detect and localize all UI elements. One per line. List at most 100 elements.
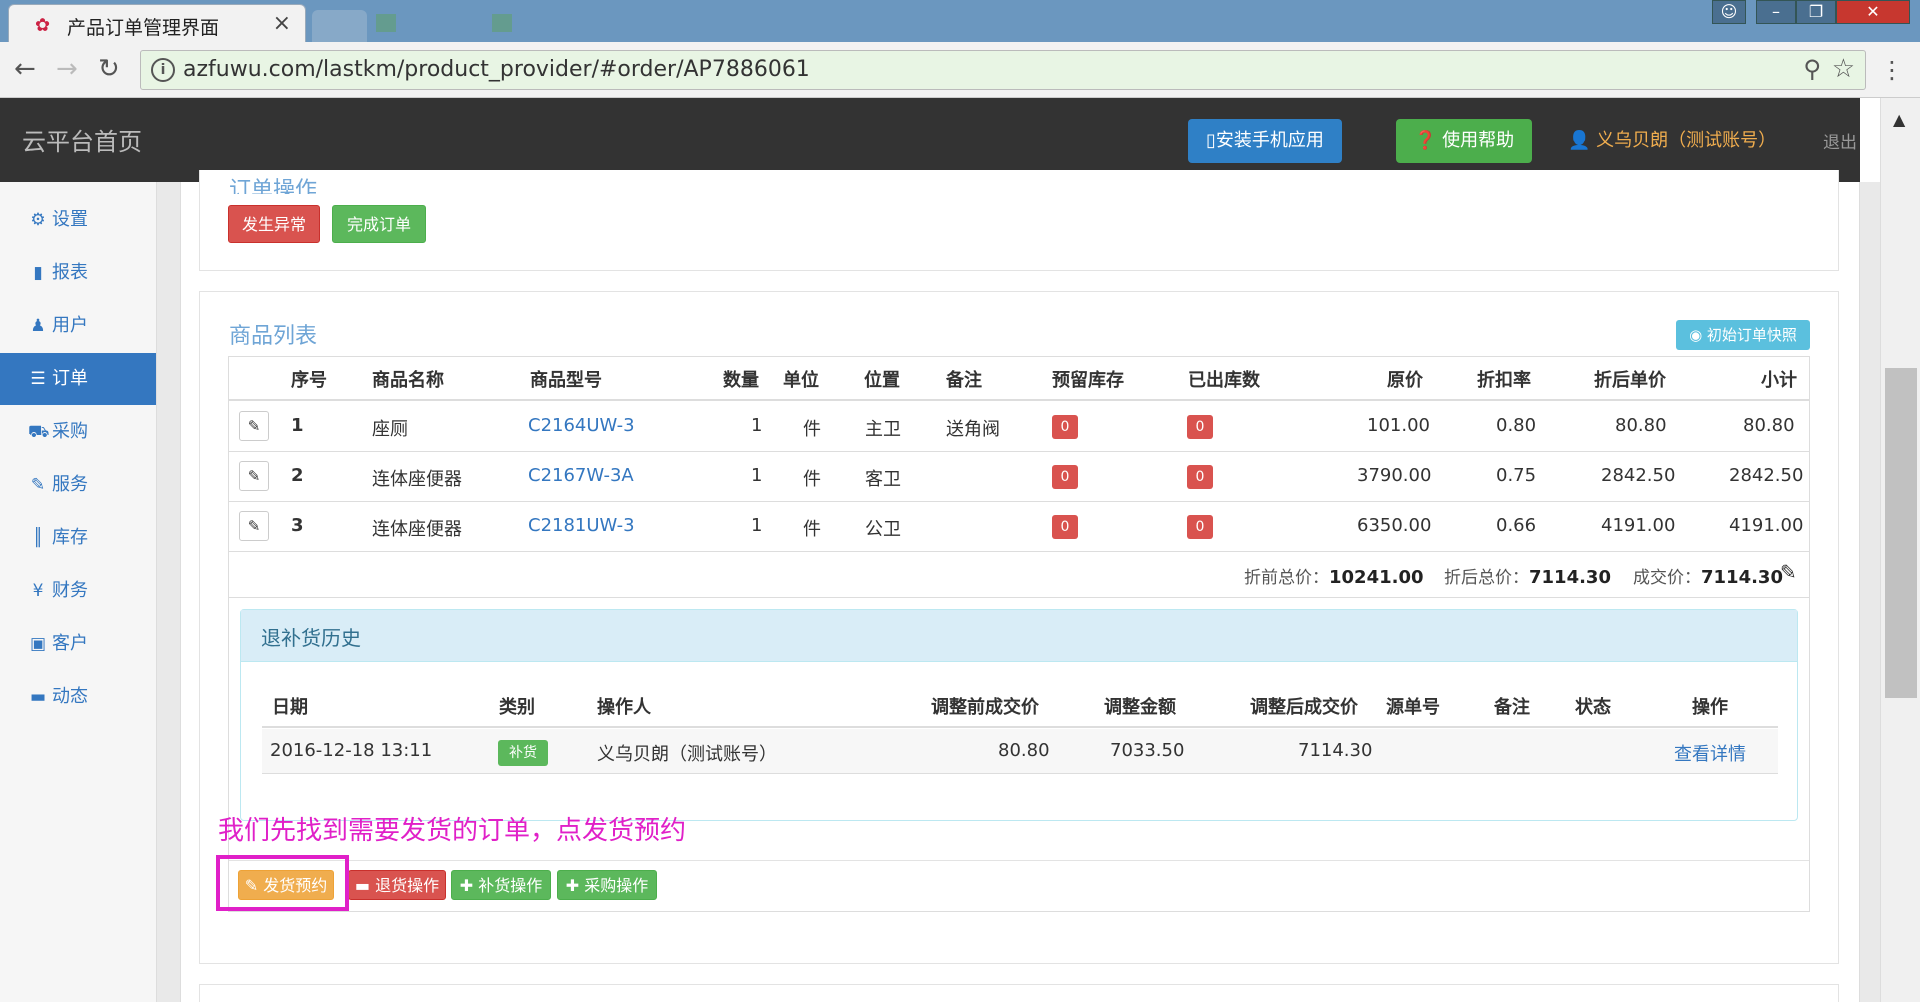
tutorial-annotation: 我们先找到需要发货的订单，点发货预约	[218, 816, 687, 846]
row-discount: 0.75	[1496, 465, 1537, 486]
install-app-label: 安装手机应用	[1215, 130, 1324, 151]
help-button[interactable]: ❓ 使用帮助	[1396, 119, 1533, 163]
reserved-stock-badge: 0	[1052, 415, 1078, 439]
logout-link[interactable]: 退出	[1823, 128, 1857, 153]
column-header: 位置	[864, 370, 900, 391]
page-scrollbar[interactable]: ▲	[1880, 98, 1920, 1002]
column-header: 商品型号	[530, 370, 602, 391]
new-tab-button[interactable]	[312, 10, 367, 42]
barcode-icon: ║	[32, 528, 44, 548]
row-subtotal: 80.80	[1743, 415, 1795, 436]
order-snapshot-button[interactable]: ◉ 初始订单快照	[1676, 320, 1810, 350]
plus-icon: ✚	[459, 876, 479, 895]
column-header: 原价	[1387, 370, 1423, 391]
history-column-header: 调整金额	[1104, 697, 1176, 718]
history-column-header: 调整后成交价	[1250, 697, 1358, 718]
ghost-tab	[376, 14, 396, 32]
deal-price-value: 7114.30	[1701, 567, 1783, 588]
minimize-button[interactable]: –	[1756, 0, 1796, 24]
brand-home-link[interactable]: 云平台首页	[22, 122, 142, 157]
favicon-icon: ✿	[35, 15, 51, 36]
row-unit: 件	[803, 419, 821, 440]
edit-row-button[interactable]: ✎	[239, 411, 269, 441]
forward-icon[interactable]: →	[56, 54, 78, 84]
scroll-thumb[interactable]	[1885, 368, 1917, 698]
scroll-up-arrow-icon[interactable]: ▲	[1893, 110, 1905, 129]
row-seq: 3	[291, 515, 304, 536]
row-unit-price: 80.80	[1615, 415, 1667, 436]
gear-icon: ⚙	[30, 210, 46, 230]
exception-button[interactable]: 发生异常	[228, 205, 320, 243]
row-model-link[interactable]: C2164UW-3	[528, 415, 635, 436]
tab-title: 产品订单管理界面	[67, 17, 220, 39]
cart-icon: ⛟	[28, 422, 50, 442]
edit-deal-price-icon[interactable]: ✎	[1780, 560, 1797, 584]
sidebar-item-service[interactable]: ✎ 服务	[0, 459, 156, 511]
history-type-badge: 补货	[498, 740, 548, 766]
row-seq: 2	[291, 465, 304, 486]
totals-divider	[229, 597, 1809, 598]
back-icon[interactable]: ←	[14, 54, 36, 84]
close-window-button[interactable]: ✕	[1836, 0, 1910, 24]
bookmark-star-icon[interactable]: ☆	[1832, 54, 1855, 84]
edit-row-button[interactable]: ✎	[239, 511, 269, 541]
row-model-link[interactable]: C2181UW-3	[528, 515, 635, 536]
sidebar-item-finance[interactable]: ¥ 财务	[0, 565, 156, 617]
ghost-tab	[492, 14, 512, 32]
tab-close-icon[interactable]: ×	[273, 11, 291, 36]
browser-menu-icon[interactable]: ⋮	[1880, 56, 1904, 84]
zoom-icon[interactable]: ⚲	[1803, 55, 1821, 83]
history-after-price: 7114.30	[1298, 740, 1373, 761]
restock-operation-button[interactable]: ✚ 补货操作	[451, 870, 551, 900]
actions-divider	[229, 860, 1809, 861]
sidebar-item-reports[interactable]: ▮ 报表	[0, 247, 156, 299]
sidebar-item-settings[interactable]: ⚙ 设置	[0, 194, 156, 246]
row-divider	[229, 551, 1809, 552]
total-before-discount: 折前总价：10241.00	[1244, 563, 1424, 588]
edit-row-button[interactable]: ✎	[239, 461, 269, 491]
deal-price: 成交价：7114.30	[1633, 563, 1783, 588]
row-discount: 0.80	[1496, 415, 1537, 436]
minus-icon: ▬	[354, 876, 376, 895]
profile-icon[interactable]: ☺	[1712, 0, 1746, 24]
maximize-button[interactable]: ❐	[1796, 0, 1836, 24]
history-before-price: 80.80	[998, 740, 1050, 761]
sidebar-item-orders[interactable]: ☰ 订单	[0, 353, 156, 405]
sidebar-item-inventory[interactable]: ║ 库存	[0, 512, 156, 564]
row-model-link[interactable]: C2167W-3A	[528, 465, 634, 486]
sidebar-item-users[interactable]: ♟ 用户	[0, 300, 156, 352]
deal-price-label: 成交价：	[1633, 568, 1701, 588]
reload-icon[interactable]: ↻	[98, 54, 120, 84]
plus-icon: ✚	[565, 876, 585, 895]
tutorial-highlight-box	[216, 855, 349, 911]
url-field[interactable]: i azfuwu.com/lastkm/product_provider/#or…	[140, 50, 1866, 90]
browser-tab-active[interactable]: ✿ 产品订单管理界面 ×	[8, 4, 306, 42]
row-divider	[229, 451, 1809, 452]
sidebar-item-label: 采购	[52, 421, 88, 442]
total-after-discount: 折后总价：7114.30	[1444, 563, 1611, 588]
purchase-operation-label: 采购操作	[584, 876, 649, 895]
row-divider	[229, 501, 1809, 502]
user-name-link[interactable]: 👤 义乌贝朗（测试账号）	[1568, 126, 1776, 152]
sidebar-item-purchase[interactable]: ⛟ 采购	[0, 406, 156, 458]
install-app-button[interactable]: ▯安装手机应用	[1188, 119, 1342, 163]
sidebar-item-customers[interactable]: ▣ 客户	[0, 618, 156, 670]
address-bar: ← → ↻ i azfuwu.com/lastkm/product_provid…	[0, 42, 1920, 98]
info-icon[interactable]: i	[151, 58, 175, 82]
purchase-operation-button[interactable]: ✚ 采购操作	[557, 870, 657, 900]
sidebar-item-label: 报表	[52, 262, 88, 283]
row-qty: 1	[751, 515, 763, 536]
yen-icon: ¥	[32, 581, 44, 601]
row-unit-price: 2842.50	[1601, 465, 1676, 486]
return-operation-button[interactable]: ▬ 退货操作	[348, 870, 446, 900]
product-list-title: 商品列表	[229, 324, 318, 349]
shipped-count-badge: 0	[1187, 415, 1213, 439]
pencil-icon: ✎	[247, 467, 261, 485]
column-header: 折后单价	[1594, 370, 1666, 391]
complete-order-button[interactable]: 完成订单	[332, 205, 426, 243]
view-details-link[interactable]: 查看详情	[1674, 740, 1746, 766]
url-text[interactable]: azfuwu.com/lastkm/product_provider/#orde…	[183, 57, 810, 82]
camera-icon: ◉	[1689, 326, 1707, 344]
sidebar-item-activity[interactable]: ▬ 动态	[0, 671, 156, 723]
order-ops-panel	[199, 170, 1839, 271]
